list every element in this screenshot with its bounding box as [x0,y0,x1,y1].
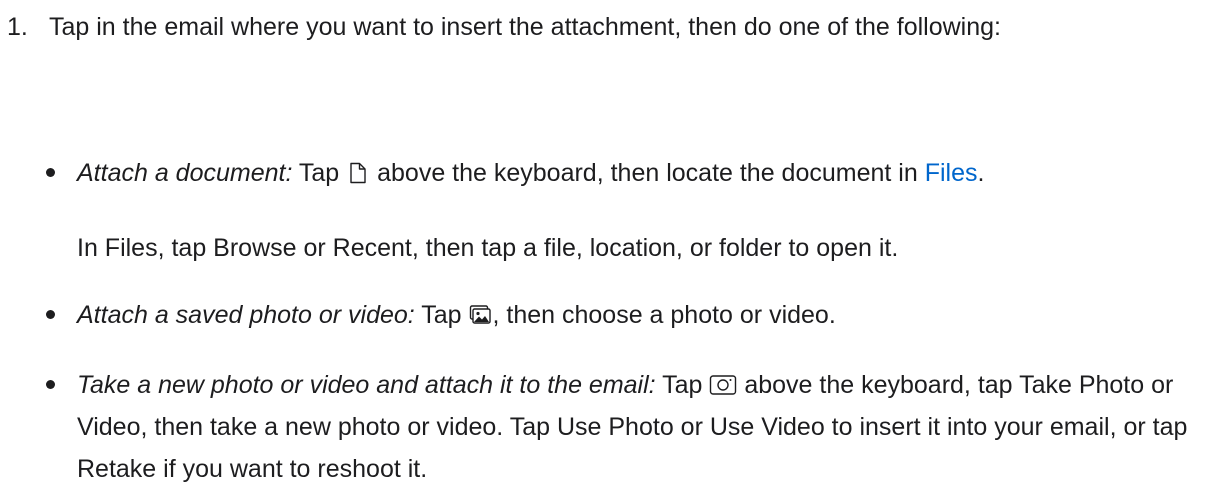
bullet-text-part: Tap [292,159,347,187]
bullet-text-part: , then choose a photo or video. [492,301,836,329]
photos-icon [468,303,492,327]
bullet-dot [46,380,55,389]
step-number: 1. [7,13,28,41]
bullet-text-part: Tap [414,301,469,329]
instructions-content: 1. Tap in the email where you want to in… [0,0,1219,483]
bullet-text-end: . [977,159,985,187]
bullet-heading: Attach a document: [77,159,293,187]
files-link[interactable]: Files [925,159,978,187]
camera-icon [709,373,737,397]
bullet-text: Take a new photo or video and attach it … [77,364,1207,490]
files-note: In Files, tap Browse or Recent, then tap… [77,234,899,262]
bullet-text-part: above the keyboard, then locate the docu… [370,159,925,187]
document-icon [346,161,370,185]
bullet-text: Attach a saved photo or video: Tap , the… [77,294,1207,336]
bullet-text-part: Tap [655,371,710,399]
bullet-heading: Take a new photo or video and attach it … [77,371,656,399]
bullet-dot [46,168,55,177]
bullet-dot [46,310,55,319]
bullet-text: Attach a document: Tap above the keyboar… [77,152,1207,194]
step-text: Tap in the email where you want to inser… [49,13,1001,41]
bullet-heading: Attach a saved photo or video: [77,301,415,329]
